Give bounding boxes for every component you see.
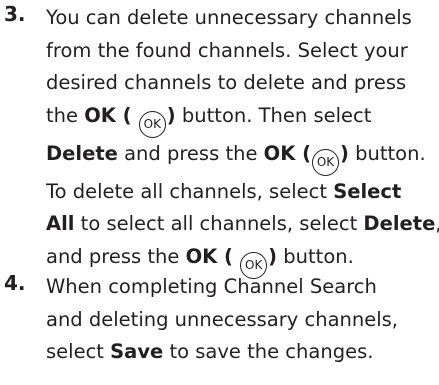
save-term: Save — [110, 340, 164, 363]
text-segment: To delete all channels, select — [46, 179, 334, 203]
text-line: All to select all channels, select Delet… — [46, 208, 439, 241]
text-line: from the found channels. Select your — [46, 35, 434, 68]
delete-term: Delete — [363, 212, 436, 235]
text-line: and deleting unnecessary channels, — [46, 304, 434, 337]
text-segment: You can delete unnecessary channels — [46, 6, 412, 29]
text-segment: and press the — [46, 244, 186, 268]
ok-label-close: ) — [166, 103, 176, 127]
text-segment: and deleting unnecessary channels, — [46, 307, 399, 331]
text-line: To delete all channels, select Select — [46, 176, 434, 209]
all-term: All — [46, 212, 75, 235]
ok-label-close: ) — [268, 244, 278, 268]
step-number: 4. — [4, 271, 26, 295]
text-line: select Save to save the changes. — [46, 336, 434, 369]
instruction-step-3: 3. You can delete unnecessary channels f… — [4, 2, 439, 279]
text-segment: select — [46, 340, 111, 363]
text-segment: button. — [277, 244, 354, 268]
text-segment: from the found channels. Select your — [46, 38, 408, 62]
text-segment: , — [435, 212, 439, 235]
delete-term: Delete — [46, 141, 118, 165]
step-text: When completing Channel Search and delet… — [46, 271, 434, 369]
ok-label: OK ( — [263, 141, 312, 165]
text-segment: and press the — [117, 141, 264, 165]
ok-label: OK ( — [84, 103, 132, 127]
text-segment: desired channels to delete and press — [46, 71, 407, 94]
step-number: 3. — [4, 2, 26, 26]
text-segment: to save the changes. — [163, 340, 374, 363]
text-segment: When completing Channel Search — [46, 275, 377, 298]
text-segment: to select all channels, select — [74, 212, 364, 235]
ok-label-close: ) — [340, 141, 349, 165]
text-segment: button. Then select — [175, 103, 372, 127]
text-line: You can delete unnecessary channels — [46, 2, 434, 35]
text-segment: button. — [348, 141, 426, 165]
text-line: desired channels to delete and press — [46, 67, 434, 100]
text-line: the OK ( OK) button. Then select — [46, 100, 434, 138]
ok-button-icon: OK — [138, 110, 166, 138]
ok-button-icon: OK — [312, 148, 340, 176]
instruction-step-4: 4. When completing Channel Search and de… — [4, 271, 434, 369]
text-line: When completing Channel Search — [46, 271, 434, 304]
text-segment: the — [46, 103, 85, 127]
text-line: Delete and press the OK (OK) button. — [46, 138, 434, 176]
ok-label: OK ( — [185, 244, 233, 268]
step-text: You can delete unnecessary channels from… — [46, 2, 439, 279]
select-term: Select — [333, 179, 402, 203]
